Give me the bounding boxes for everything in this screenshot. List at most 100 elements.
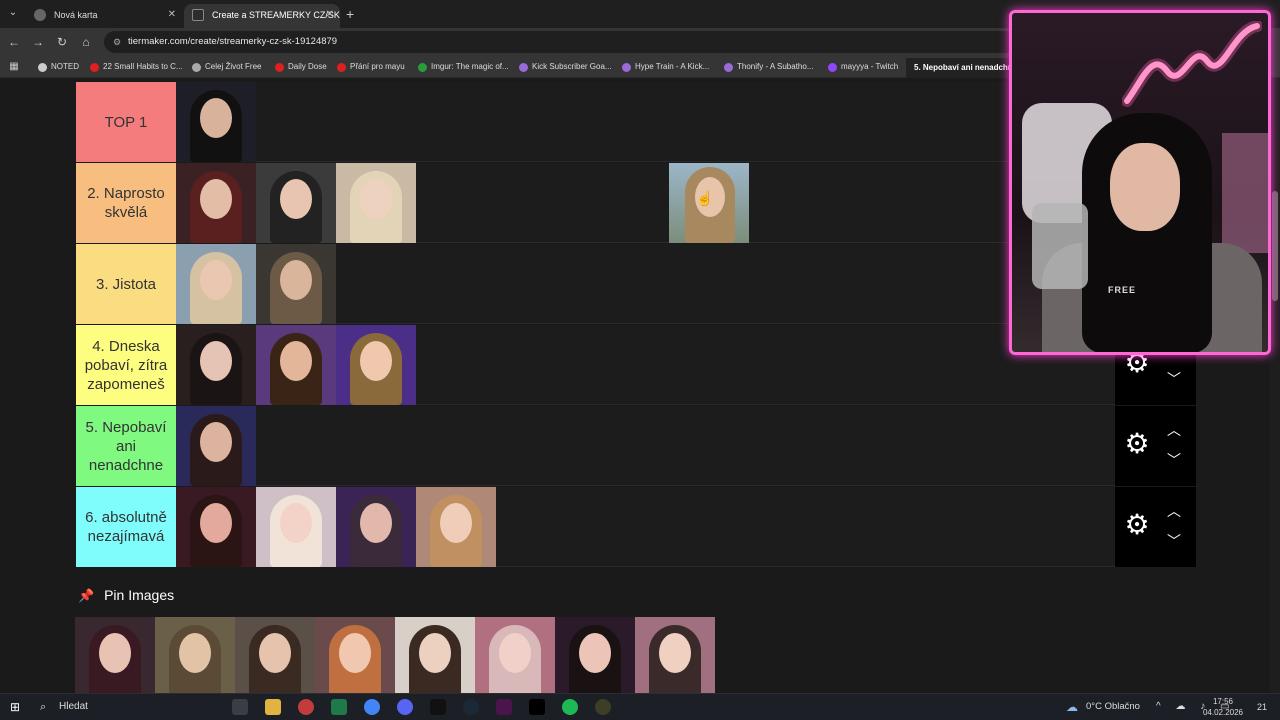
bookmark-item[interactable]: Celej Život Free — [192, 60, 261, 74]
streamer-image[interactable] — [416, 487, 496, 567]
site-info-icon[interactable]: ⚙ — [113, 31, 121, 53]
back-icon[interactable]: ← — [6, 34, 22, 50]
tier-label[interactable]: 4. Dneska pobaví, zítra zapomeneš — [76, 325, 176, 405]
streamer-image[interactable] — [176, 406, 256, 486]
bookmark-item[interactable]: mayyya - Twitch — [828, 60, 898, 74]
search-icon: ⌕ — [40, 701, 47, 713]
close-icon[interactable]: ✕ — [326, 4, 334, 26]
obs-icon[interactable] — [298, 699, 314, 715]
spotify-icon[interactable] — [562, 699, 578, 715]
notification-center-icon[interactable]: 21 — [1252, 698, 1272, 716]
steam-icon[interactable] — [463, 699, 479, 715]
chevron-down-icon[interactable]: ﹀ — [1163, 452, 1185, 468]
streamer-image[interactable] — [176, 325, 256, 405]
pinned-image[interactable] — [235, 617, 315, 693]
streamlabs-icon[interactable] — [595, 699, 611, 715]
thumb-face — [179, 633, 211, 673]
thumb-face — [99, 633, 131, 673]
excel-icon[interactable] — [331, 699, 347, 715]
chevron-down-icon[interactable]: ﹀ — [1163, 371, 1185, 387]
capcut-icon[interactable] — [529, 699, 545, 715]
bookmark-label: Imgur: The magic of... — [431, 62, 509, 71]
thumb-face — [499, 633, 531, 673]
close-icon[interactable]: ✕ — [168, 4, 176, 26]
thumb-face — [579, 633, 611, 673]
bookmark-label: Thonify - A Subatho... — [737, 62, 814, 71]
bookmark-item[interactable]: Kick Subscriber Goa... — [519, 60, 612, 74]
pinned-image[interactable] — [155, 617, 235, 693]
bookmark-item[interactable]: Imgur: The magic of... — [418, 60, 509, 74]
task-view-icon[interactable] — [232, 699, 248, 715]
tier-label[interactable]: 2. Naprosto skvělá — [76, 163, 176, 243]
shirt-print: FREE — [1108, 285, 1137, 295]
tab-new-tab[interactable]: Nová karta ✕ — [26, 4, 182, 28]
streamer-image[interactable] — [336, 163, 416, 243]
streamer-image[interactable] — [176, 244, 256, 324]
streamer-image[interactable] — [256, 487, 336, 567]
streamer-image[interactable] — [256, 244, 336, 324]
reload-icon[interactable]: ↻ — [54, 34, 70, 50]
streamer-image[interactable] — [176, 82, 256, 162]
chrome-icon[interactable] — [364, 699, 380, 715]
page-scrollbar[interactable] — [1270, 79, 1280, 693]
tier-label[interactable]: 6. absolutně nezajímavá — [76, 487, 176, 567]
thumb-face — [280, 341, 312, 381]
streamer-image[interactable] — [176, 487, 256, 567]
bookmark-label: 22 Small Habits to C... — [103, 62, 183, 71]
tiktok-icon[interactable] — [430, 699, 446, 715]
gear-icon[interactable]: ⚙ — [1123, 511, 1151, 539]
apps-grid-icon[interactable]: ▦ — [6, 59, 22, 75]
pinned-image[interactable] — [315, 617, 395, 693]
thumb-face — [280, 260, 312, 300]
bookmark-tooltip: 5. Nepobaví ani nenadchne — [906, 58, 1026, 78]
bookmark-item[interactable]: Přání pro mayu — [337, 60, 405, 74]
file-explorer-icon[interactable] — [265, 699, 281, 715]
bookmark-item[interactable]: Thonify - A Subatho... — [724, 60, 814, 74]
home-icon[interactable]: ⌂ — [78, 34, 94, 50]
clock[interactable]: 17:56 04.02.2026 — [1200, 696, 1246, 718]
address-bar[interactable]: ⚙ tiermaker.com/create/streamerky-cz-sk-… — [104, 31, 1104, 53]
forward-icon[interactable]: → — [30, 34, 46, 50]
tier-label[interactable]: 5. Nepobaví ani nenadchne — [76, 406, 176, 486]
slack-icon[interactable] — [496, 699, 512, 715]
tab-tiermaker[interactable]: Create a STREAMERKY CZ/SK T ✕ — [184, 4, 340, 28]
chevron-up-icon[interactable]: ︿ — [1163, 503, 1185, 519]
webcam-overlay: FREE — [1009, 10, 1271, 355]
streamer-image[interactable] — [336, 325, 416, 405]
bookmark-item[interactable]: 22 Small Habits to C... — [90, 60, 183, 74]
pinned-image[interactable] — [395, 617, 475, 693]
windows-start-icon[interactable]: ⊞ — [10, 700, 24, 714]
pinned-image[interactable] — [555, 617, 635, 693]
new-tab-button[interactable]: + — [346, 4, 354, 24]
cloud-icon: ☁ — [1066, 700, 1078, 714]
bookmark-item[interactable]: NOTED — [38, 60, 79, 74]
tier-label[interactable]: 3. Jistota — [76, 244, 176, 324]
bookmark-item[interactable]: Hype Train - A Kick... — [622, 60, 709, 74]
scrollbar-thumb[interactable] — [1272, 191, 1278, 301]
streamer-image[interactable] — [176, 163, 256, 243]
gear-icon[interactable]: ⚙ — [1123, 430, 1151, 458]
pinned-image[interactable] — [75, 617, 155, 693]
bookmark-label: Kick Subscriber Goa... — [532, 62, 612, 71]
bookmark-item[interactable]: Daily Dose — [275, 60, 327, 74]
tiermaker-icon — [192, 9, 204, 21]
tier-label[interactable]: TOP 1 — [76, 82, 176, 162]
discord-icon[interactable] — [397, 699, 413, 715]
chevron-down-icon[interactable]: ﹀ — [1163, 533, 1185, 549]
streamer-image[interactable] — [256, 163, 336, 243]
tab-search-icon[interactable]: ⌄ — [4, 4, 22, 22]
pushpin-icon: 📌 — [78, 588, 95, 603]
streamer-image[interactable] — [336, 487, 416, 567]
bookmark-label: Daily Dose — [288, 62, 327, 71]
streamer-face — [1110, 143, 1180, 231]
weather-widget[interactable]: ☁ 0°C Oblačno — [1066, 699, 1140, 715]
pinned-image[interactable] — [475, 617, 555, 693]
bookmark-favicon-icon — [275, 63, 284, 72]
bookmark-favicon-icon — [418, 63, 427, 72]
headset-on-stand — [1032, 203, 1088, 289]
bookmark-label: mayyya - Twitch — [841, 62, 899, 71]
chevron-up-icon[interactable]: ︿ — [1163, 422, 1185, 438]
taskbar-search[interactable]: ⌕ Hledat — [40, 697, 220, 717]
pinned-image[interactable] — [635, 617, 715, 693]
streamer-image[interactable] — [256, 325, 336, 405]
